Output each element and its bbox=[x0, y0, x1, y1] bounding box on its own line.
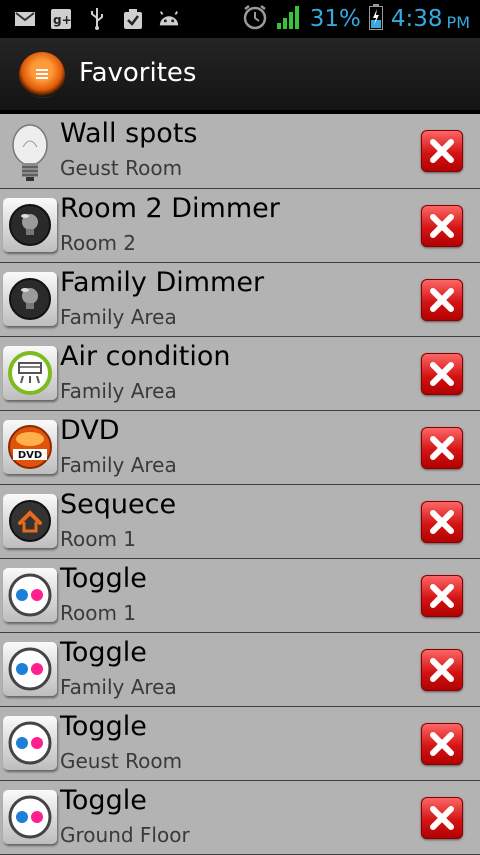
item-name: Toggle bbox=[60, 785, 147, 816]
close-icon bbox=[430, 658, 454, 682]
delete-button[interactable] bbox=[421, 723, 463, 765]
battery-percent: 31% bbox=[309, 6, 361, 32]
item-area: Room 1 bbox=[60, 601, 137, 625]
android-icon bbox=[158, 9, 180, 29]
item-area: Room 1 bbox=[60, 527, 137, 551]
item-area: Family Area bbox=[60, 453, 177, 477]
air-condition-icon bbox=[3, 346, 57, 400]
menu-icon[interactable] bbox=[19, 52, 65, 98]
list-item[interactable]: Sequece Room 1 bbox=[0, 485, 480, 559]
clipboard-icon bbox=[122, 9, 144, 29]
svg-text:g+: g+ bbox=[53, 13, 71, 27]
battery-icon bbox=[368, 4, 383, 34]
close-icon bbox=[430, 584, 454, 608]
list-item[interactable]: DVD DVD Family Area bbox=[0, 411, 480, 485]
delete-button[interactable] bbox=[421, 353, 463, 395]
favorites-list: Wall spots Geust Room Room 2 Dimmer Room… bbox=[0, 114, 480, 855]
close-icon bbox=[430, 436, 454, 460]
item-area: Family Area bbox=[60, 305, 177, 329]
alarm-icon bbox=[242, 4, 268, 34]
close-icon bbox=[430, 362, 454, 386]
item-name: Room 2 Dimmer bbox=[60, 193, 280, 224]
list-item[interactable]: Toggle Family Area bbox=[0, 633, 480, 707]
item-name: Wall spots bbox=[60, 118, 198, 149]
delete-button[interactable] bbox=[421, 130, 463, 172]
signal-icon bbox=[276, 4, 302, 34]
list-item[interactable]: Toggle Room 1 bbox=[0, 559, 480, 633]
list-item[interactable]: Toggle Geust Room bbox=[0, 707, 480, 781]
item-area: Ground Floor bbox=[60, 823, 190, 847]
item-area: Geust Room bbox=[60, 749, 183, 773]
delete-button[interactable] bbox=[421, 427, 463, 469]
toggle-icon bbox=[3, 716, 57, 770]
gmail-icon bbox=[14, 9, 36, 29]
item-area: Room 2 bbox=[60, 231, 137, 255]
list-item[interactable]: Family Dimmer Family Area bbox=[0, 263, 480, 337]
notification-icons: g+ bbox=[14, 8, 180, 30]
delete-button[interactable] bbox=[421, 649, 463, 691]
toggle-icon bbox=[3, 568, 57, 622]
clock-ampm: PM bbox=[446, 12, 470, 32]
item-name: Air condition bbox=[60, 341, 231, 372]
item-area: Family Area bbox=[60, 675, 177, 699]
close-icon bbox=[430, 214, 454, 238]
page-title: Favorites bbox=[79, 58, 197, 88]
delete-button[interactable] bbox=[421, 279, 463, 321]
delete-button[interactable] bbox=[421, 575, 463, 617]
dimmer-icon bbox=[3, 272, 57, 326]
item-name: Family Dimmer bbox=[60, 267, 265, 298]
action-bar: Favorites bbox=[0, 38, 480, 114]
item-name: DVD bbox=[60, 415, 120, 446]
close-icon bbox=[430, 510, 454, 534]
item-name: Toggle bbox=[60, 637, 147, 668]
close-icon bbox=[430, 288, 454, 312]
status-bar: g+ 31% 4:38 PM bbox=[0, 0, 480, 38]
dimmer-icon bbox=[3, 198, 57, 252]
item-name: Sequece bbox=[60, 489, 177, 520]
list-item[interactable]: Air condition Family Area bbox=[0, 337, 480, 411]
item-area: Geust Room bbox=[60, 156, 183, 180]
item-name: Toggle bbox=[60, 711, 147, 742]
close-icon bbox=[430, 139, 454, 163]
toggle-icon bbox=[3, 790, 57, 844]
usb-icon bbox=[86, 8, 108, 30]
delete-button[interactable] bbox=[421, 501, 463, 543]
delete-button[interactable] bbox=[421, 205, 463, 247]
clock: 4:38 bbox=[390, 6, 443, 32]
delete-button[interactable] bbox=[421, 797, 463, 839]
google-plus-icon: g+ bbox=[50, 9, 72, 29]
close-icon bbox=[430, 732, 454, 756]
list-item[interactable]: Toggle Ground Floor bbox=[0, 781, 480, 855]
toggle-icon bbox=[3, 642, 57, 696]
sequence-icon bbox=[3, 494, 57, 548]
list-item[interactable]: Wall spots Geust Room bbox=[0, 114, 480, 189]
svg-text:DVD: DVD bbox=[18, 450, 42, 461]
list-item[interactable]: Room 2 Dimmer Room 2 bbox=[0, 189, 480, 263]
bulb-icon bbox=[3, 123, 57, 181]
item-area: Family Area bbox=[60, 379, 177, 403]
system-status: 31% 4:38 PM bbox=[242, 4, 470, 34]
item-name: Toggle bbox=[60, 563, 147, 594]
dvd-icon: DVD bbox=[3, 420, 57, 474]
close-icon bbox=[430, 806, 454, 830]
